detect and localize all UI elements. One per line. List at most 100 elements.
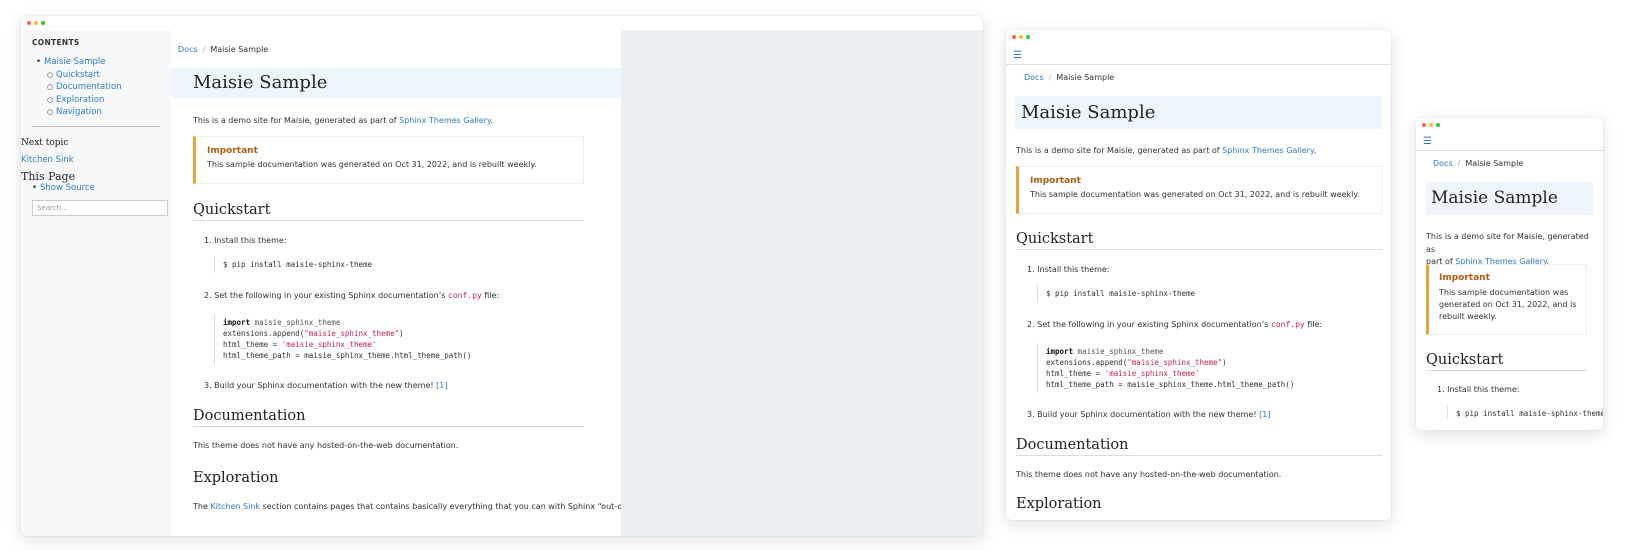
breadcrumb-separator: / bbox=[1048, 73, 1052, 82]
documentation-heading: Documentation bbox=[1016, 437, 1382, 456]
minimize-dot[interactable] bbox=[1429, 123, 1433, 127]
page-title: Maisie Sample bbox=[1015, 96, 1381, 129]
code-text: html_theme = bbox=[223, 340, 282, 349]
step-2-text: 2. Set the following in your existing Sp… bbox=[204, 291, 448, 300]
window-titlebar bbox=[21, 16, 983, 30]
inline-code-conf: conf.py bbox=[1271, 320, 1305, 329]
documentation-text: This theme does not have any hosted-on-t… bbox=[193, 441, 459, 450]
breadcrumb-current: Maisie Sample bbox=[1056, 73, 1115, 82]
install-command: $ pip install maisie-sphinx-theme bbox=[1447, 405, 1603, 419]
code-line-1: import maisie_sphinx_theme bbox=[1046, 346, 1294, 357]
breadcrumb-separator: / bbox=[1457, 159, 1461, 168]
minimize-dot[interactable] bbox=[34, 21, 38, 25]
sphinx-gallery-link[interactable]: Sphinx Themes Gallery bbox=[399, 116, 490, 125]
intro-text: This is a demo site for Maisie, generate… bbox=[1016, 146, 1223, 155]
show-source-link[interactable]: Show Source bbox=[32, 183, 95, 193]
maximize-dot[interactable] bbox=[1026, 35, 1030, 39]
step-2-suffix: file: bbox=[1304, 320, 1323, 329]
inline-code-conf: conf.py bbox=[448, 291, 482, 300]
step-2: 2. Set the following in your existing Sp… bbox=[204, 291, 499, 300]
admonition-text: This sample documentation was generated … bbox=[1030, 190, 1360, 199]
step-1: 1. Install this theme: bbox=[204, 236, 287, 245]
step-1: 1. Install this theme: bbox=[1027, 265, 1110, 274]
step-2: 2. Set the following in your existing Sp… bbox=[1027, 320, 1322, 329]
code-line-4: html_theme_path = maisie_sphinx_theme.ht… bbox=[1046, 380, 1295, 389]
code-text: ) bbox=[399, 329, 404, 338]
code-string: 'maisie_sphinx_theme' bbox=[281, 340, 377, 349]
breadcrumb-current: Maisie Sample bbox=[1465, 159, 1524, 168]
close-dot[interactable] bbox=[1422, 123, 1426, 127]
kitchen-sink-link[interactable]: Kitchen Sink bbox=[210, 502, 260, 511]
code-keyword: import bbox=[223, 318, 251, 327]
hamburger-menu-icon[interactable]: ☰ bbox=[1013, 50, 1022, 61]
search-input[interactable]: Search... bbox=[32, 200, 168, 216]
quickstart-heading: Quickstart bbox=[1426, 352, 1587, 371]
exploration-heading: Exploration bbox=[193, 470, 279, 486]
documentation-text: This theme does not have any hosted-on-t… bbox=[1016, 470, 1282, 479]
tablet-browser-window: ☰ Docs / Maisie Sample Maisie Sample This … bbox=[1006, 30, 1391, 520]
toc-item-quickstart[interactable]: Quickstart bbox=[32, 69, 122, 82]
quickstart-heading: Quickstart bbox=[1016, 231, 1382, 250]
breadcrumb: Docs / Maisie Sample bbox=[1433, 159, 1523, 168]
admonition-title: Important bbox=[207, 146, 258, 156]
sidebar-heading: CONTENTS bbox=[32, 38, 80, 47]
sidebar: CONTENTS Maisie Sample Quickstart Docume… bbox=[21, 30, 171, 536]
page-title: Maisie Sample bbox=[171, 68, 621, 98]
admonition-text: This sample documentation was generated … bbox=[1439, 287, 1576, 323]
code-string: "maisie_sphinx_theme" bbox=[1127, 358, 1223, 367]
toc-item-exploration[interactable]: Exploration bbox=[32, 94, 122, 107]
admonition-line-1: This sample documentation was bbox=[1439, 288, 1569, 297]
breadcrumb-current: Maisie Sample bbox=[210, 45, 269, 54]
admonition-title: Important bbox=[1030, 176, 1081, 186]
code-text: ) bbox=[1222, 358, 1227, 367]
next-topic-link[interactable]: Kitchen Sink bbox=[21, 155, 74, 165]
exploration-text: The Kitchen Sink section contains pages … bbox=[193, 502, 621, 511]
table-of-contents: Maisie Sample Quickstart Documentation E… bbox=[32, 56, 122, 119]
admonition-line-3: rebuilt weekly. bbox=[1439, 312, 1497, 321]
maximize-dot[interactable] bbox=[1436, 123, 1440, 127]
breadcrumb-separator: / bbox=[202, 45, 206, 54]
intro-paragraph: This is a demo site for Maisie, generate… bbox=[1426, 231, 1596, 269]
minimize-dot[interactable] bbox=[1019, 35, 1023, 39]
intro-line-1: This is a demo site for Maisie, generate… bbox=[1426, 232, 1589, 254]
intro-period: . bbox=[1313, 146, 1317, 155]
breadcrumb-docs-link[interactable]: Docs bbox=[1433, 159, 1453, 168]
step-2-text: 2. Set the following in your existing Sp… bbox=[1027, 320, 1271, 329]
maximize-dot[interactable] bbox=[41, 21, 45, 25]
code-line-1: import maisie_sphinx_theme bbox=[223, 317, 471, 328]
admonition-line-2: generated on Oct 31, 2022, and is bbox=[1439, 300, 1577, 309]
intro-paragraph: This is a demo site for Maisie, generate… bbox=[1016, 146, 1316, 155]
code-line-3: html_theme = 'maisie_sphinx_theme' bbox=[223, 339, 471, 350]
window-titlebar bbox=[1416, 118, 1603, 132]
code-text: extensions.append( bbox=[1046, 358, 1128, 367]
code-line-2: extensions.append("maisie_sphinx_theme") bbox=[223, 328, 471, 339]
code-module: maisie_sphinx_theme bbox=[1073, 347, 1164, 356]
config-code-block: import maisie_sphinx_theme extensions.app… bbox=[1037, 343, 1294, 393]
documentation-heading: Documentation bbox=[193, 408, 584, 427]
step-2-suffix: file: bbox=[481, 291, 500, 300]
exploration-suffix: section contains pages that contains bas… bbox=[260, 502, 621, 511]
breadcrumb: Docs / Maisie Sample bbox=[1024, 73, 1114, 82]
breadcrumb: Docs / Maisie Sample bbox=[178, 45, 268, 54]
code-text: extensions.append( bbox=[223, 329, 305, 338]
footnote-ref[interactable]: [1] bbox=[436, 381, 447, 390]
breadcrumb-docs-link[interactable]: Docs bbox=[178, 45, 198, 54]
sphinx-gallery-link[interactable]: Sphinx Themes Gallery bbox=[1222, 146, 1313, 155]
code-module: maisie_sphinx_theme bbox=[250, 318, 341, 327]
next-topic-heading: Next topic bbox=[21, 138, 69, 148]
toc-item-documentation[interactable]: Documentation bbox=[32, 81, 122, 94]
header-divider bbox=[1006, 64, 1391, 65]
close-dot[interactable] bbox=[27, 21, 31, 25]
toc-item-navigation[interactable]: Navigation bbox=[32, 106, 122, 119]
footnote-ref[interactable]: [1] bbox=[1259, 410, 1270, 419]
desktop-browser-window: CONTENTS Maisie Sample Quickstart Docume… bbox=[21, 16, 983, 536]
close-dot[interactable] bbox=[1012, 35, 1016, 39]
header-divider bbox=[1416, 150, 1603, 151]
toc-item-maisie-sample[interactable]: Maisie Sample bbox=[32, 56, 122, 69]
exploration-prefix: The bbox=[193, 502, 211, 511]
important-admonition: Important This sample documentation was … bbox=[193, 136, 584, 184]
hamburger-menu-icon[interactable]: ☰ bbox=[1423, 136, 1432, 147]
breadcrumb-docs-link[interactable]: Docs bbox=[1024, 73, 1044, 82]
install-command: $ pip install maisie-sphinx-theme bbox=[1037, 285, 1195, 302]
code-string: "maisie_sphinx_theme" bbox=[304, 329, 400, 338]
